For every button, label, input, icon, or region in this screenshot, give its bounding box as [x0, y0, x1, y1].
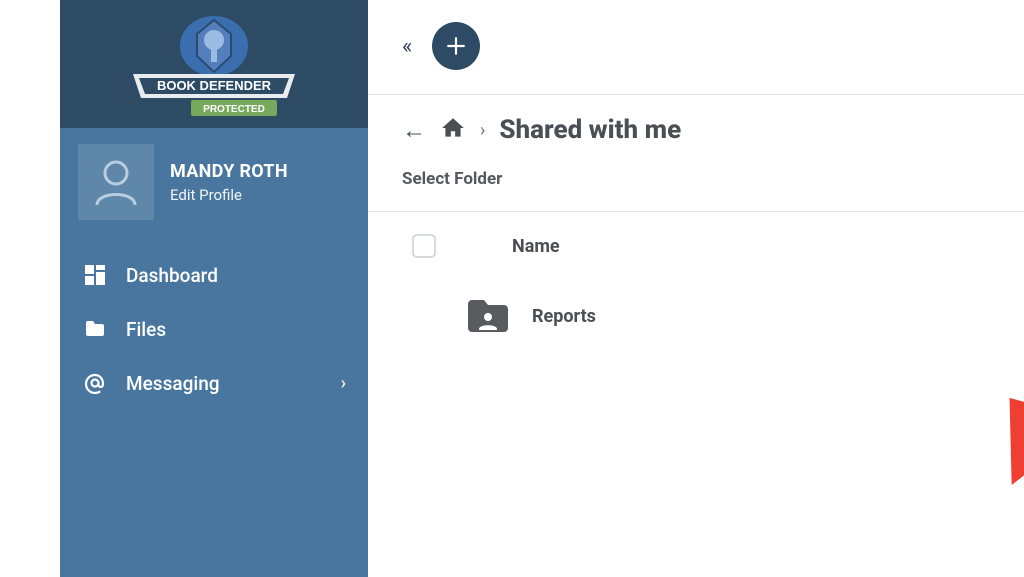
- table-header: Name: [368, 212, 1024, 280]
- profile-block: MANDY ROTH Edit Profile: [60, 128, 368, 238]
- breadcrumb-current: Shared with me: [499, 115, 681, 145]
- select-all-checkbox[interactable]: [412, 234, 436, 258]
- back-arrow-icon[interactable]: ←: [402, 116, 426, 145]
- collapse-sidebar-icon[interactable]: «: [402, 34, 412, 59]
- sidebar-item-files[interactable]: Files: [60, 302, 368, 356]
- annotation-arrow-icon: [984, 382, 1024, 572]
- book-defender-logo-icon: BOOK DEFENDER PROTECTED: [119, 10, 309, 120]
- folder-row-reports[interactable]: Reports: [368, 280, 1024, 348]
- column-name-header: Name: [472, 236, 560, 257]
- sidebar-item-label: Dashboard: [126, 264, 218, 287]
- sidebar: BOOK DEFENDER PROTECTED MANDY ROTH Edit …: [60, 0, 368, 577]
- profile-text: MANDY ROTH Edit Profile: [170, 161, 288, 204]
- breadcrumb-separator-icon: ›: [480, 120, 485, 141]
- logo-badge: PROTECTED: [203, 104, 265, 115]
- home-icon[interactable]: [440, 115, 466, 145]
- profile-name: MANDY ROTH: [170, 161, 288, 182]
- chevron-right-icon: ›: [341, 373, 346, 394]
- user-icon: [89, 155, 143, 209]
- sidebar-item-label: Messaging: [126, 372, 220, 395]
- avatar[interactable]: [78, 144, 154, 220]
- folder-name: Reports: [532, 306, 596, 327]
- edit-profile-link[interactable]: Edit Profile: [170, 186, 288, 204]
- dashboard-icon: [82, 262, 108, 288]
- logo-title: BOOK DEFENDER: [157, 78, 272, 93]
- breadcrumb: ← › Shared with me: [368, 95, 1024, 153]
- main-content: « ← › Shared with me Select Folder Name …: [368, 0, 1024, 577]
- at-sign-icon: [82, 370, 108, 396]
- folder-icon: [82, 316, 108, 342]
- sidebar-nav: Dashboard Files Messaging ›: [60, 238, 368, 410]
- page-left-padding: [0, 0, 60, 577]
- sidebar-item-label: Files: [126, 318, 166, 341]
- plus-icon: [443, 33, 469, 59]
- sidebar-item-messaging[interactable]: Messaging ›: [60, 356, 368, 410]
- topbar: «: [368, 0, 1024, 94]
- sidebar-item-dashboard[interactable]: Dashboard: [60, 248, 368, 302]
- add-button[interactable]: [432, 22, 480, 70]
- brand-logo: BOOK DEFENDER PROTECTED: [60, 0, 368, 128]
- shared-folder-icon: [464, 296, 512, 336]
- select-folder-label: Select Folder: [368, 153, 1024, 211]
